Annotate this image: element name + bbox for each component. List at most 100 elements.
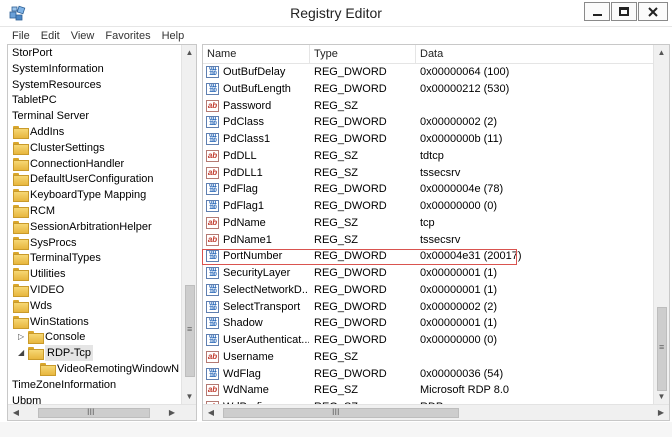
tree-item-rdp-tcp[interactable]: ◢ RDP-Tcp [8, 345, 180, 362]
column-header-data[interactable]: Data [416, 45, 654, 64]
value-row-wdname[interactable]: ab WdName REG_SZ Microsoft RDP 8.0 [203, 382, 654, 398]
folder-icon [13, 315, 29, 329]
list-vertical-scrollbar[interactable]: ▲ ≡ ▼ [653, 45, 669, 405]
value-name: SecurityLayer [223, 267, 291, 279]
tree-item-timezoneinformation[interactable]: TimeZoneInformation [8, 377, 180, 393]
list-hscroll-thumb[interactable]: III [223, 407, 459, 418]
value-name: Password [223, 99, 272, 112]
reg-sz-icon: ab [206, 384, 219, 397]
value-row-shadow[interactable]: 011 110 Shadow REG_DWORD 0x00000001 (1) [203, 315, 654, 331]
value-row-pdclass[interactable]: 011 110 PdClass REG_DWORD 0x00000002 (2) [203, 114, 654, 130]
value-row-pddll1[interactable]: ab PdDLL1 REG_SZ tssecsrv [203, 165, 654, 181]
value-name: PdClass [223, 116, 264, 129]
value-row-pdflag1[interactable]: 011 110 PdFlag1 REG_DWORD 0x00000000 (0) [203, 198, 654, 214]
title-bar: Registry Editor [0, 0, 672, 27]
tree-item-terminal-server[interactable]: Terminal Server [8, 108, 180, 124]
folder-icon [28, 331, 44, 345]
value-row-securitylayer[interactable]: 011 110 SecurityLayer REG_DWORD 0x00000001 … [203, 265, 654, 281]
value-name: WdFlag [223, 367, 261, 380]
list-horizontal-scrollbar[interactable]: ◀ III ▶ [203, 404, 669, 420]
value-data: 0x0000000b (11) [420, 133, 503, 145]
menu-help[interactable]: Help [162, 28, 196, 44]
scroll-down-icon[interactable]: ▼ [182, 389, 196, 405]
menu-view[interactable]: View [71, 28, 106, 44]
value-type: REG_DWORD [314, 250, 387, 263]
values-list-pane[interactable]: Name Type Data 011 110 OutBufDelay REG_DWO… [202, 44, 670, 421]
tree-item-rcm[interactable]: RCM [8, 203, 180, 219]
minimize-icon [592, 14, 602, 16]
tree-vertical-scrollbar[interactable]: ▲ ≡ ▼ [181, 45, 196, 405]
folder-icon [13, 252, 29, 266]
value-data: tssecsrv [420, 166, 461, 179]
tree-scroll-thumb[interactable]: ≡ [185, 285, 195, 377]
tree-item-defaultuserconfiguration[interactable]: DefaultUserConfiguration [8, 171, 180, 187]
value-row-wdflag[interactable]: 011 110 WdFlag REG_DWORD 0x00000036 (54) [203, 366, 654, 382]
value-data: 0x00000000 (0) [420, 200, 498, 212]
value-row-pdclass1[interactable]: 011 110 PdClass1 REG_DWORD 0x0000000b (11) [203, 131, 654, 147]
tree-item-systeminformation[interactable]: SystemInformation [8, 61, 180, 77]
value-row-userauthenticat[interactable]: 011 110 UserAuthenticat... REG_DWORD 0x0000… [203, 332, 654, 348]
tree-horizontal-scrollbar[interactable]: ◀ III ▶ [8, 404, 196, 420]
menu-bar: File Edit View Favorites Help [0, 28, 672, 44]
value-row-outbuflength[interactable]: 011 110 OutBufLength REG_DWORD 0x00000212 (… [203, 81, 654, 97]
tree-item-wds[interactable]: Wds [8, 298, 180, 314]
value-row-selecttransport[interactable]: 011 110 SelectTransport REG_DWORD 0x0000000… [203, 299, 654, 315]
tree-item-keyboardtype-mapping[interactable]: KeyboardType Mapping [8, 187, 180, 203]
value-row-pdflag[interactable]: 011 110 PdFlag REG_DWORD 0x0000004e (78) [203, 181, 654, 197]
list-scroll-thumb[interactable]: ≡ [657, 307, 667, 391]
value-type: REG_DWORD [314, 283, 387, 296]
tree-item-label: SystemResources [12, 78, 102, 91]
value-type: REG_DWORD [314, 334, 387, 346]
tree-item-video[interactable]: VIDEO [8, 282, 180, 298]
minimize-button[interactable] [584, 2, 610, 21]
value-row-selectnetworkd[interactable]: 011 110 SelectNetworkD... REG_DWORD 0x00000… [203, 282, 654, 298]
value-type: REG_DWORD [314, 116, 387, 129]
scroll-down-icon[interactable]: ▼ [654, 389, 669, 405]
tree-item-sysprocs[interactable]: SysProcs [8, 235, 180, 251]
value-row-username[interactable]: ab Username REG_SZ [203, 349, 654, 365]
value-row-password[interactable]: ab Password REG_SZ [203, 98, 654, 114]
value-data: 0x00000001 (1) [420, 267, 498, 279]
column-header-name[interactable]: Name [203, 45, 310, 64]
tree-item-clustersettings[interactable]: ClusterSettings [8, 140, 180, 156]
menu-edit[interactable]: Edit [41, 28, 71, 44]
maximize-button[interactable] [611, 2, 637, 21]
tree-item-connectionhandler[interactable]: ConnectionHandler [8, 156, 180, 172]
scroll-up-icon[interactable]: ▲ [182, 45, 196, 61]
tree-item-addins[interactable]: AddIns [8, 124, 180, 140]
tree-item-tabletpc[interactable]: TabletPC [8, 92, 180, 108]
value-row-pdname[interactable]: ab PdName REG_SZ tcp [203, 215, 654, 231]
value-row-pddll[interactable]: ab PdDLL REG_SZ tdtcp [203, 148, 654, 164]
tree-hscroll-thumb[interactable]: III [38, 407, 150, 418]
scroll-right-icon[interactable]: ▶ [164, 405, 180, 420]
column-header-type[interactable]: Type [310, 45, 416, 64]
value-data: 0x00000036 (54) [420, 367, 504, 380]
close-button[interactable] [638, 2, 668, 21]
collapse-arrow-icon[interactable]: ◢ [18, 345, 26, 361]
reg-dword-icon: 011 110 [206, 267, 219, 279]
value-row-pdname1[interactable]: ab PdName1 REG_SZ tssecsrv [203, 232, 654, 248]
scroll-up-icon[interactable]: ▲ [654, 45, 669, 61]
expand-arrow-icon[interactable]: ▷ [18, 329, 26, 345]
tree-item-label: AddIns [30, 126, 65, 138]
tree-item-utilities[interactable]: Utilities [8, 266, 180, 282]
value-row-outbufdelay[interactable]: 011 110 OutBufDelay REG_DWORD 0x00000064 (1… [203, 64, 654, 80]
key-tree-pane[interactable]: StorPort SystemInformation SystemResources… [7, 44, 197, 421]
reg-dword-icon: 011 110 [206, 82, 219, 95]
menu-favorites[interactable]: Favorites [105, 28, 161, 44]
menu-file[interactable]: File [12, 28, 41, 44]
scroll-left-icon[interactable]: ◀ [8, 405, 24, 420]
tree-item-terminaltypes[interactable]: TerminalTypes [8, 250, 180, 266]
folder-icon [13, 205, 29, 218]
tree-item-storport[interactable]: StorPort [8, 45, 180, 61]
tree-item-winstations[interactable]: WinStations [8, 314, 180, 330]
value-row-portnumber[interactable]: 011 110 PortNumber REG_DWORD 0x00004e31 (20… [203, 248, 654, 264]
tree-item-label: Console [45, 331, 86, 344]
tree-item-videoremotingwindown[interactable]: VideoRemotingWindowN [8, 361, 180, 377]
tree-item-systemresources[interactable]: SystemResources [8, 77, 180, 93]
scroll-left-icon[interactable]: ◀ [203, 405, 219, 420]
scroll-right-icon[interactable]: ▶ [653, 405, 669, 420]
tree-item-console[interactable]: ▷ Console [8, 329, 180, 345]
value-name: PdDLL [223, 149, 257, 162]
tree-item-sessionarbitrationhelper[interactable]: SessionArbitrationHelper [8, 219, 180, 235]
